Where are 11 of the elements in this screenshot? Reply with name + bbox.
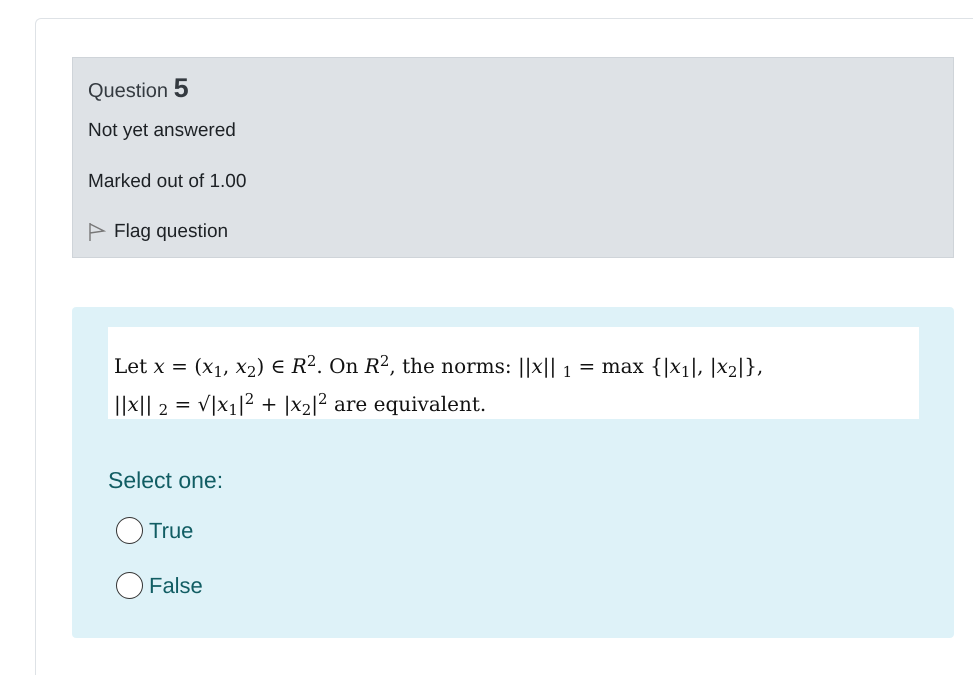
select-one-label: Select one:	[108, 466, 224, 495]
question-status: Not yet answered	[88, 119, 237, 143]
radio-button[interactable]	[116, 516, 143, 544]
answer-option[interactable]: False	[116, 568, 918, 602]
answer-option[interactable]: True	[116, 514, 918, 546]
flag-question-link[interactable]: Flag question	[88, 218, 228, 246]
radio-button[interactable]	[116, 572, 143, 598]
flag-icon	[88, 222, 106, 242]
question-text: Let x = (x$_{1}$, x$_{2}$) ∈ R$^{2}$. On R$^{2}$, the norms: ||x|| $_{1}$ = max {|x$_{1}$|, |x$_{2}$|}, ||x|| $_{2}$ = √|x$_{1}$|$^{2}$ + |x$_{2}$|$^{2}$ are equivalent.	[108, 327, 919, 419]
question-number: Question 5	[88, 72, 190, 105]
question-mark: Marked out of 1.00	[88, 170, 248, 194]
